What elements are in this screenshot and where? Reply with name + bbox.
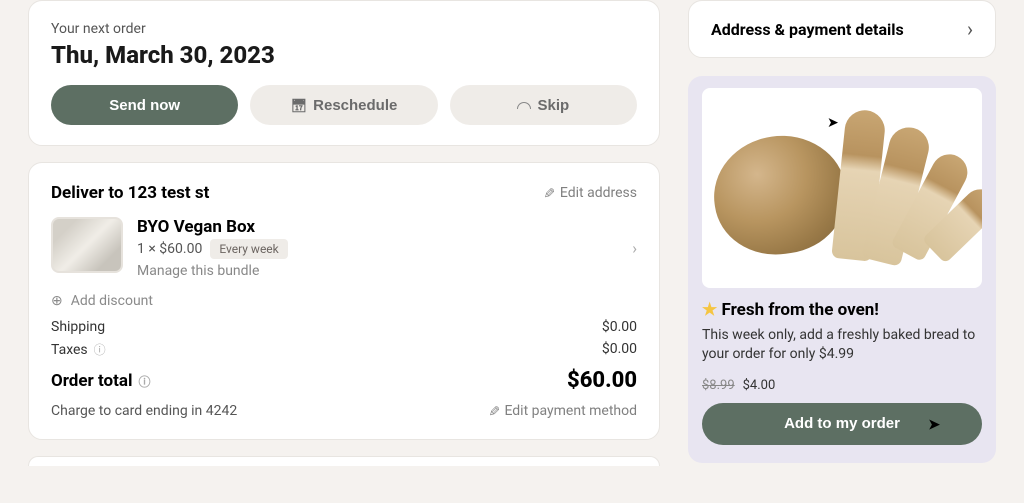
pencil-icon: [487, 403, 499, 419]
promo-description: This week only, add a freshly baked brea…: [702, 326, 982, 364]
next-order-date: Thu, March 30, 2023: [51, 41, 637, 69]
edit-payment-link[interactable]: Edit payment method: [487, 403, 637, 419]
promo-image: ➤: [702, 88, 982, 288]
address-payment-title: Address & payment details: [711, 20, 904, 39]
skip-label: Skip: [537, 97, 569, 114]
add-discount-label: Add discount: [71, 293, 153, 309]
cursor-icon: ➤: [928, 416, 940, 433]
skip-icon: [517, 102, 531, 109]
shipping-line: Shipping $0.00: [51, 319, 637, 335]
shipping-value: $0.00: [602, 319, 637, 335]
star-icon: ★: [702, 300, 717, 320]
next-order-card: Your next order Thu, March 30, 2023 Send…: [28, 0, 660, 146]
next-order-label: Your next order: [51, 21, 637, 37]
edit-payment-label: Edit payment method: [504, 403, 637, 419]
product-row[interactable]: BYO Vegan Box 1 × $60.00 Every week Mana…: [51, 217, 637, 279]
plus-circle-icon: [51, 293, 63, 309]
chevron-right-icon: ›: [632, 239, 637, 258]
promo-sale-price: $4.00: [743, 378, 776, 393]
reschedule-label: Reschedule: [313, 97, 397, 114]
cursor-icon: ➤: [827, 115, 839, 131]
send-now-button[interactable]: Send now: [51, 85, 238, 125]
partial-card: [28, 456, 660, 466]
promo-old-price: $8.99: [702, 378, 735, 393]
taxes-label: Taxes: [51, 342, 88, 358]
order-total-row: Order total $60.00: [51, 368, 637, 393]
order-total-label: Order total: [51, 371, 132, 391]
manage-bundle-link[interactable]: Manage this bundle: [137, 263, 637, 279]
pencil-icon: [542, 185, 554, 201]
charge-row: Charge to card ending in 4242 Edit payme…: [51, 403, 637, 419]
add-to-order-button[interactable]: Add to my order ➤: [702, 403, 982, 445]
calendar-icon: [291, 97, 308, 114]
frequency-badge: Every week: [210, 239, 287, 259]
delivery-card: Deliver to 123 test st Edit address BYO …: [28, 162, 660, 440]
chevron-right-icon: [967, 17, 973, 41]
edit-address-label: Edit address: [560, 185, 637, 201]
deliver-to-title: Deliver to 123 test st: [51, 183, 209, 203]
product-qty-price: 1 × $60.00: [137, 241, 202, 257]
add-discount-link[interactable]: Add discount: [51, 293, 637, 309]
taxes-line: Taxes $0.00: [51, 341, 637, 358]
info-icon[interactable]: [138, 371, 150, 391]
reschedule-button[interactable]: Reschedule: [250, 85, 437, 125]
promo-card: ➤ ★ Fresh from the oven! This week only,…: [688, 76, 996, 463]
taxes-value: $0.00: [602, 341, 637, 358]
shipping-label: Shipping: [51, 319, 105, 335]
info-icon[interactable]: [94, 341, 106, 358]
order-total-value: $60.00: [567, 368, 637, 393]
promo-title: Fresh from the oven!: [721, 300, 878, 320]
address-payment-card[interactable]: Address & payment details: [688, 0, 996, 58]
promo-cta-label: Add to my order: [784, 415, 900, 432]
edit-address-link[interactable]: Edit address: [542, 185, 637, 201]
product-image: [51, 217, 123, 273]
skip-button[interactable]: Skip: [450, 85, 637, 125]
charge-text: Charge to card ending in 4242: [51, 403, 237, 419]
product-name: BYO Vegan Box: [137, 217, 637, 237]
